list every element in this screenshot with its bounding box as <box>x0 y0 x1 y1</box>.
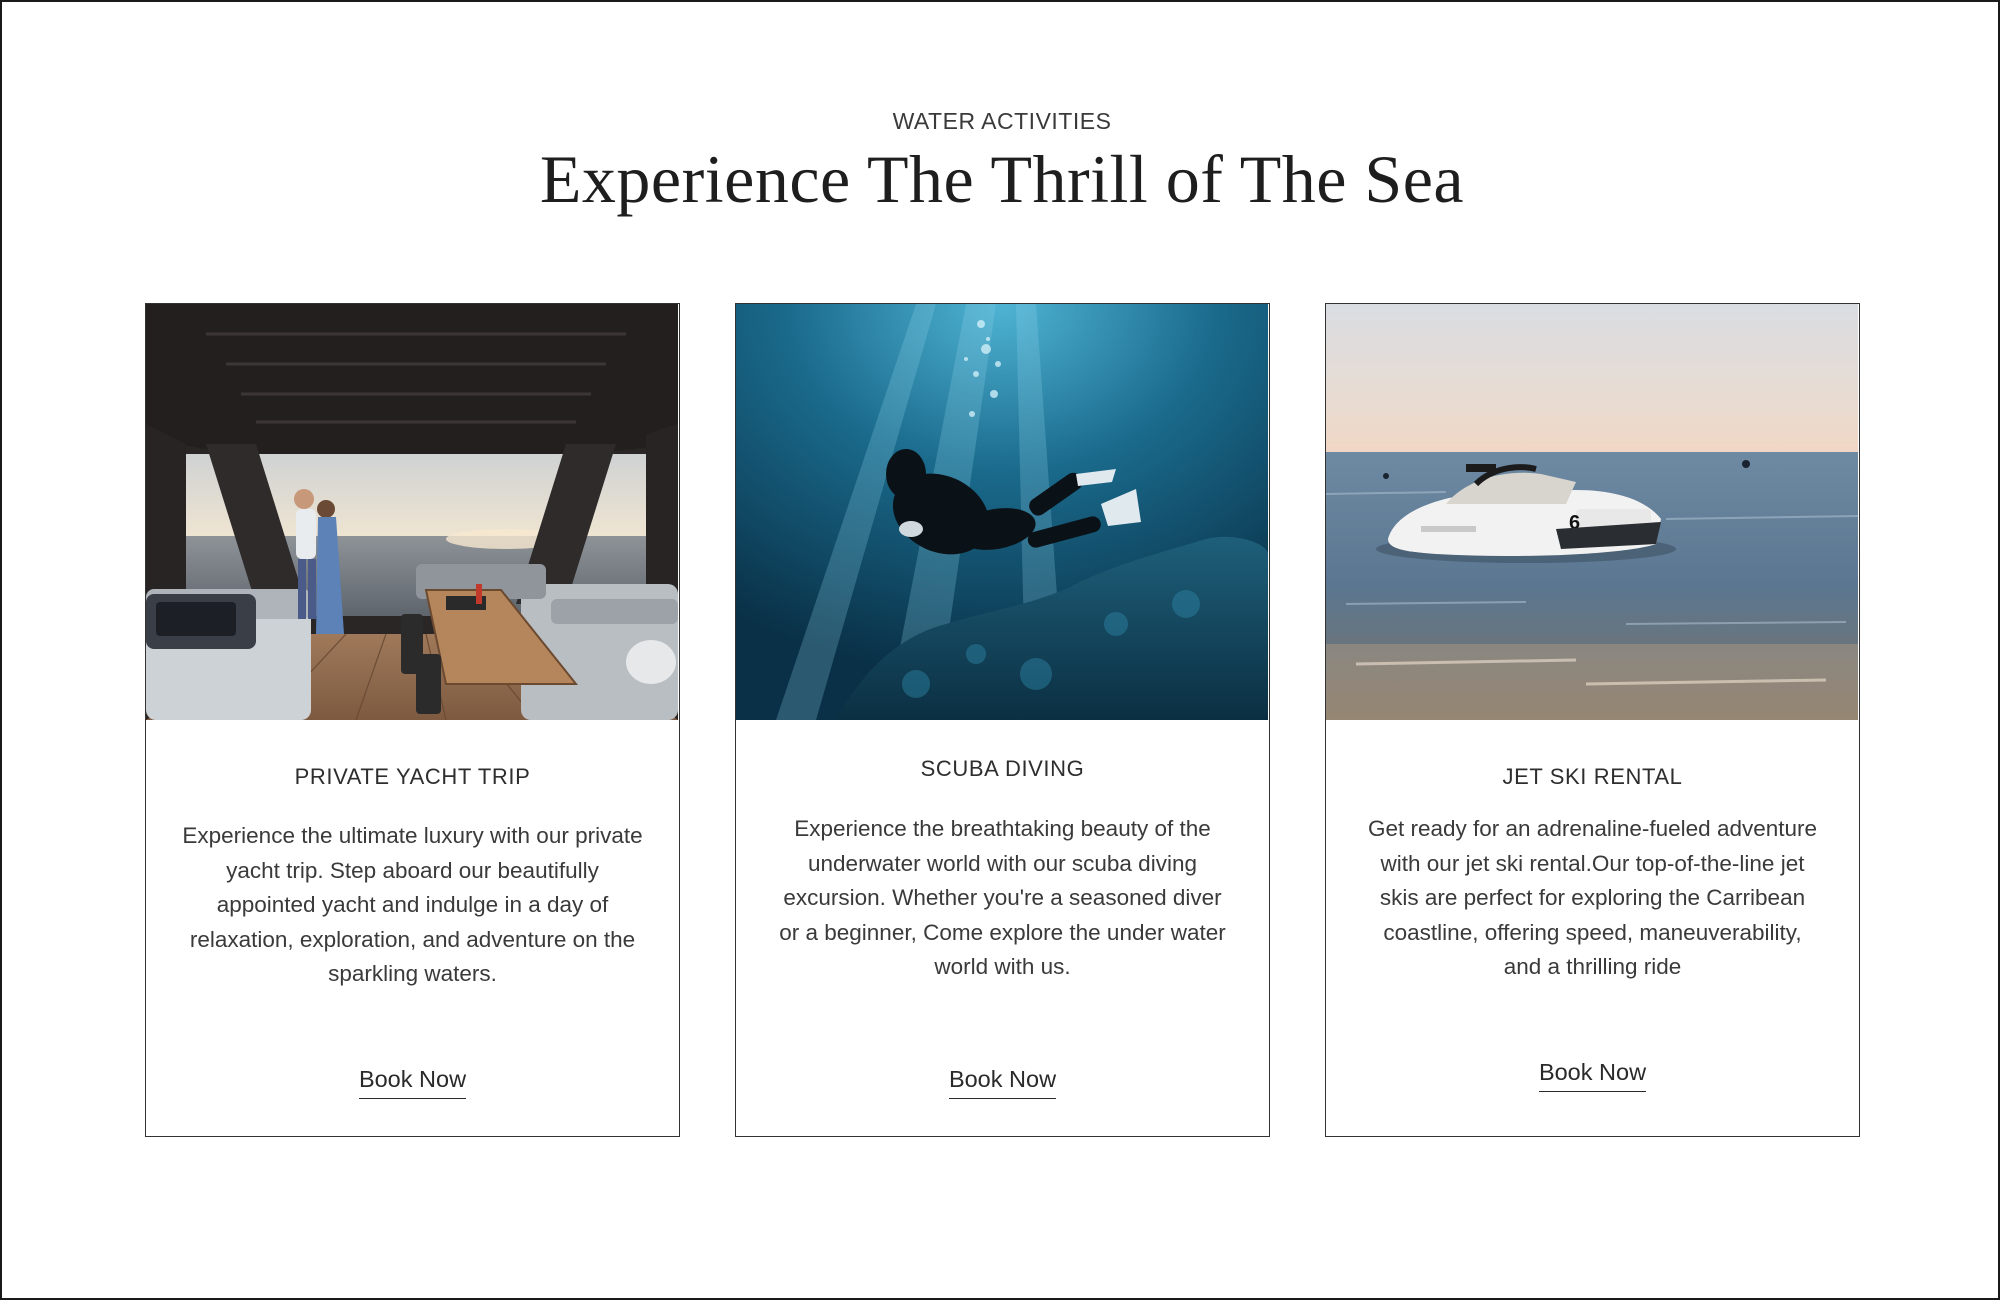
card-title: SCUBA DIVING <box>920 756 1085 781</box>
section-eyebrow: WATER ACTIVITIES <box>892 108 1112 134</box>
page-frame: WATER ACTIVITIES Experience The Thrill o… <box>0 0 2000 1300</box>
card-title: JET SKI RENTAL <box>1502 764 1683 789</box>
book-now-label[interactable]: Book Now <box>948 1066 1057 1099</box>
book-now-label[interactable]: Book Now <box>358 1066 467 1099</box>
activity-card-yacht: PRIVATE YACHT TRIP Experience the ultima… <box>145 303 680 1137</box>
book-now-link[interactable]: Book Now <box>1326 1059 1859 1092</box>
yacht-photo <box>146 304 678 720</box>
book-now-label[interactable]: Book Now <box>1538 1059 1647 1092</box>
section-title: Experience The Thrill of The Sea <box>539 141 1465 217</box>
activity-card-jetski: 6 JET SKI RENTAL Get ready for an adrena… <box>1325 303 1860 1137</box>
card-description: Experience the ultimate luxury with our … <box>182 823 643 987</box>
book-now-link[interactable]: Book Now <box>146 1066 679 1099</box>
book-now-link[interactable]: Book Now <box>736 1066 1269 1099</box>
jetski-photo: 6 <box>1326 304 1858 720</box>
card-description: Get ready for an adrenaline-fueled adven… <box>1367 816 1818 980</box>
card-description: Experience the breathtaking beauty of th… <box>779 816 1226 980</box>
card-title: PRIVATE YACHT TRIP <box>294 764 531 789</box>
scuba-photo <box>736 304 1268 720</box>
activity-card-scuba: SCUBA DIVING Experience the breathtaking… <box>735 303 1270 1137</box>
